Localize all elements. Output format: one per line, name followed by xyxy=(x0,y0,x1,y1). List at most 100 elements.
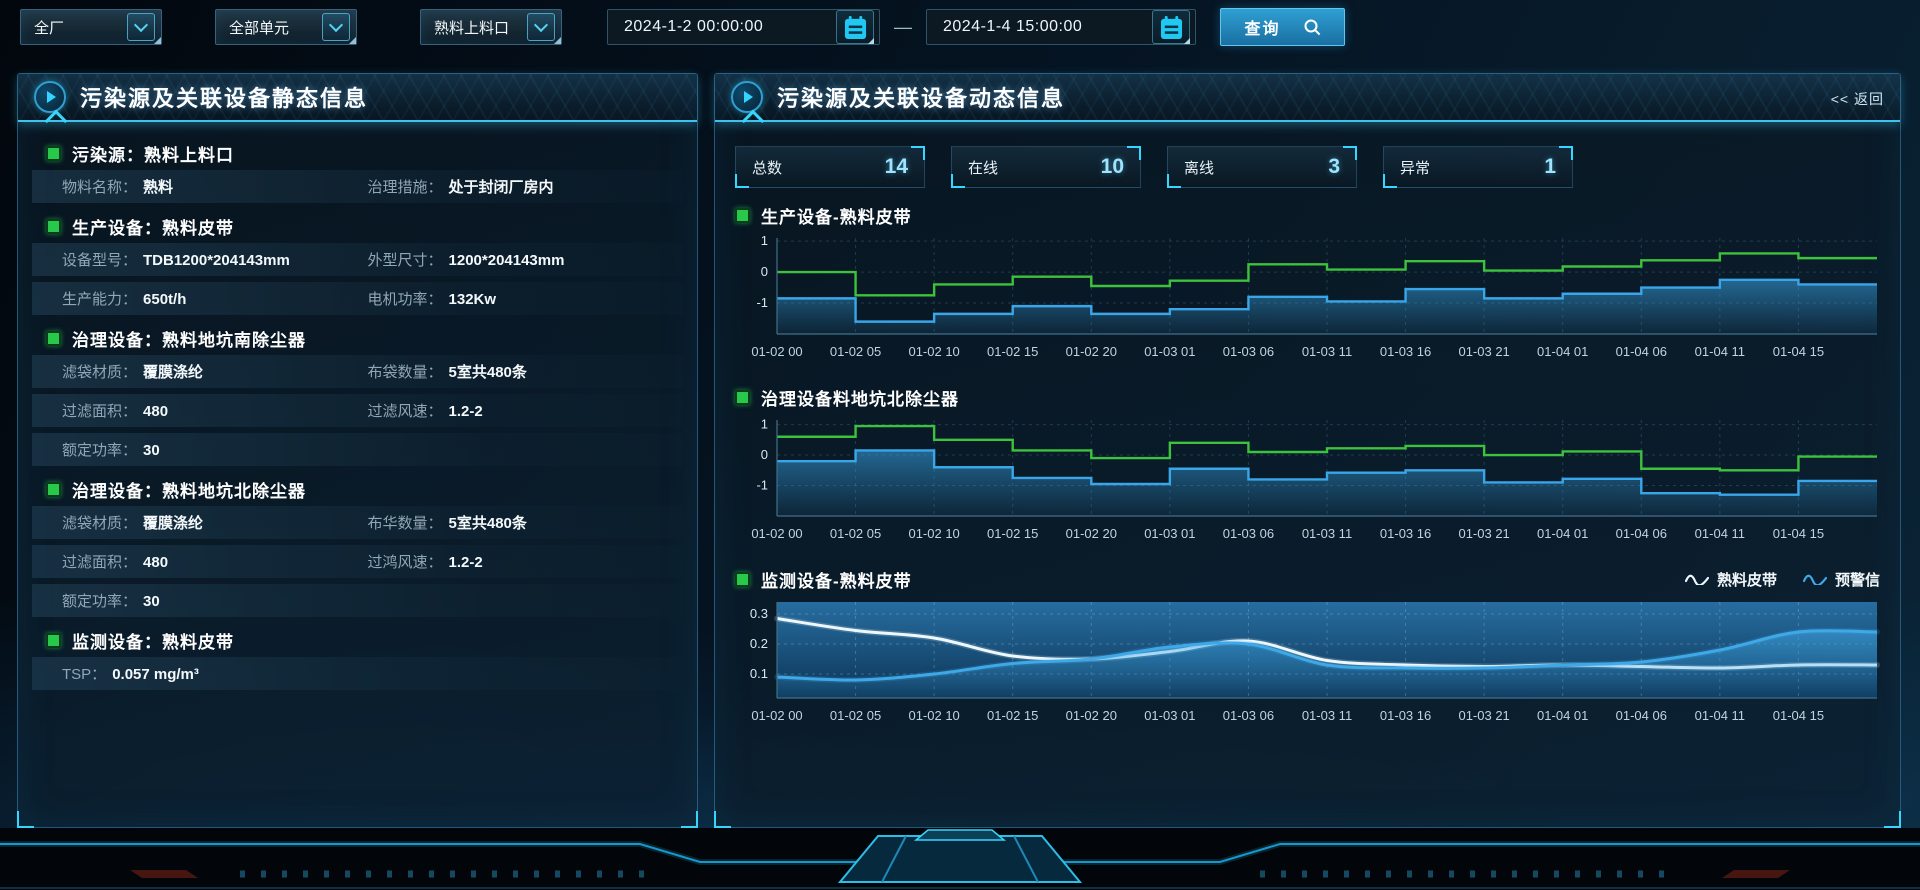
svg-text:01-03 01: 01-03 01 xyxy=(1144,708,1195,723)
date-to-input[interactable]: 2024-1-4 15:00:00 xyxy=(926,9,1196,45)
info-value: 覆膜涤纶 xyxy=(143,512,203,533)
svg-text:01-03 06: 01-03 06 xyxy=(1223,708,1274,723)
stat-label: 异常 xyxy=(1400,157,1430,178)
filter-select-1[interactable]: 全部单元 xyxy=(215,9,357,45)
stat-box: 在线10 xyxy=(951,146,1141,188)
svg-text:01-03 11: 01-03 11 xyxy=(1302,708,1352,723)
info-cell: TSP：0.057 mg/m³ xyxy=(62,663,673,684)
chart-title: 治理设备料地坑北除尘器 xyxy=(761,385,959,410)
select-group: 全厂 全部单元 熟料上料口 xyxy=(0,9,562,45)
svg-text:01-02 10: 01-02 10 xyxy=(908,708,959,723)
chevron-down-icon xyxy=(134,18,148,32)
info-cell: 电机功率：132Kw xyxy=(368,288,674,309)
info-row: 设备型号： TDB1200*204143mm 外型尺寸：1200*204143mm xyxy=(32,243,683,276)
legend-wave-icon xyxy=(1685,573,1709,585)
bottom-decor-frame xyxy=(0,828,1920,890)
chevron-down-icon xyxy=(534,18,548,32)
date-from-calendar-button[interactable] xyxy=(836,10,874,44)
svg-text:01-03 16: 01-03 16 xyxy=(1380,708,1431,723)
svg-text:01-04 01: 01-04 01 xyxy=(1537,708,1588,723)
info-label: 设备型号： xyxy=(62,249,137,270)
svg-text:-1: -1 xyxy=(756,295,768,310)
info-value: TDB1200*204143mm xyxy=(143,252,290,269)
stat-value: 3 xyxy=(1328,155,1340,179)
svg-text:01-04 15: 01-04 15 xyxy=(1773,708,1824,723)
info-cell: 布华数量：5室共480条 xyxy=(368,512,674,533)
stat-value: 10 xyxy=(1101,155,1124,179)
info-value: 1.2-2 xyxy=(449,554,483,571)
section-title-text: 生产设备：熟料皮带 xyxy=(72,214,234,239)
svg-text:01-04 15: 01-04 15 xyxy=(1773,344,1824,359)
chevron-down-icon xyxy=(329,18,343,32)
info-value: 480 xyxy=(143,554,168,571)
info-value: 480 xyxy=(143,403,168,420)
info-label: 额定功率： xyxy=(62,590,137,611)
green-square-bullet xyxy=(46,146,61,161)
info-value: 覆膜涤纶 xyxy=(143,361,203,382)
stat-box: 离线 3 xyxy=(1167,146,1357,188)
info-cell: 过滤面积：480 xyxy=(62,400,368,421)
info-cell: 额定功率：30 xyxy=(62,439,673,460)
filter-select-0[interactable]: 全厂 xyxy=(20,9,162,45)
svg-text:01-02 10: 01-02 10 xyxy=(908,526,959,541)
chevron-down-box xyxy=(322,13,350,41)
chart-header: 监测设备-熟料皮带熟料皮带预警信 xyxy=(735,564,1880,594)
svg-text:01-04 15: 01-04 15 xyxy=(1773,526,1824,541)
info-label: 过滤风速： xyxy=(368,400,443,421)
svg-text:01-02 00: 01-02 00 xyxy=(751,708,802,723)
info-value: 0.057 mg/m³ xyxy=(112,666,199,683)
calendar-icon xyxy=(844,15,867,40)
section-title-text: 监测设备：熟料皮带 xyxy=(72,628,234,653)
chart-section-0: 生产设备-熟料皮带10-101-02 0001-02 0501-02 1001-… xyxy=(735,200,1880,370)
dynamic-info-content: 总数14在线10离线3异常1 生产设备-熟料皮带10-101-02 0001-0… xyxy=(715,146,1900,734)
legend-label: 预警信 xyxy=(1835,569,1880,590)
info-label: 额定功率： xyxy=(62,439,137,460)
date-from-input[interactable]: 2024-1-2 00:00:00 xyxy=(607,9,880,45)
back-link[interactable]: << 返回 xyxy=(1831,89,1884,109)
info-cell: 布袋数量： 5室共480条 xyxy=(368,361,674,382)
stat-label: 总数 xyxy=(752,157,782,178)
info-value: 5室共480条 xyxy=(449,361,527,382)
info-value: 132Kw xyxy=(449,291,497,308)
stat-value: 14 xyxy=(885,155,908,179)
static-info-list: 污染源：熟料上料口物料名称：熟料治理措施：处于封闭厂房内生产设备：熟料皮带设备型… xyxy=(18,122,697,690)
svg-text:01-04 11: 01-04 11 xyxy=(1695,526,1745,541)
section-title-text: 治理设备：熟料地坑南除尘器 xyxy=(72,326,306,351)
query-button[interactable]: 查询 xyxy=(1220,8,1345,46)
svg-text:0.2: 0.2 xyxy=(750,636,768,651)
info-cell: 外型尺寸：1200*204143mm xyxy=(368,249,674,270)
info-cell: 额定功率：30 xyxy=(62,590,673,611)
header-chevron-decoration xyxy=(742,110,765,133)
svg-text:1: 1 xyxy=(761,417,768,432)
legend-item[interactable]: 熟料皮带 xyxy=(1685,569,1777,590)
filter-select-2[interactable]: 熟料上料口 xyxy=(420,9,562,45)
static-info-panel: 污染源及关联设备静态信息 污染源：熟料上料口物料名称：熟料治理措施：处于封闭厂房… xyxy=(17,73,698,828)
svg-text:01-02 05: 01-02 05 xyxy=(830,344,881,359)
info-row: 滤袋材质： 覆膜涤纶 布袋数量： 5室共480条 xyxy=(32,355,683,388)
svg-text:01-02 05: 01-02 05 xyxy=(830,526,881,541)
section-title-text: 治理设备：熟料地坑北除尘器 xyxy=(72,477,306,502)
section-title-text: 污染源：熟料上料口 xyxy=(72,141,234,166)
svg-text:01-02 20: 01-02 20 xyxy=(1066,344,1117,359)
chart-title: 生产设备-熟料皮带 xyxy=(761,203,912,228)
green-square-bullet xyxy=(46,219,61,234)
stat-label: 离线 xyxy=(1184,157,1214,178)
info-label: 布袋数量： xyxy=(368,361,443,382)
legend-item[interactable]: 预警信 xyxy=(1803,569,1880,590)
date-to-value: 2024-1-4 15:00:00 xyxy=(943,18,1152,36)
info-cell: 过滤面积：480 xyxy=(62,551,368,572)
svg-text:01-03 06: 01-03 06 xyxy=(1223,344,1274,359)
svg-text:01-02 15: 01-02 15 xyxy=(987,526,1038,541)
info-cell: 滤袋材质： 覆膜涤纶 xyxy=(62,361,368,382)
stat-box: 异常1 xyxy=(1383,146,1573,188)
svg-text:01-02 20: 01-02 20 xyxy=(1066,708,1117,723)
section-title: 治理设备：熟料地坑北除尘器 xyxy=(32,472,683,506)
info-label: 滤袋材质： xyxy=(62,361,137,382)
section-title: 生产设备：熟料皮带 xyxy=(32,209,683,243)
info-value: 1200*204143mm xyxy=(449,252,565,269)
section-title: 监测设备：熟料皮带 xyxy=(32,623,683,657)
section-title: 污染源：熟料上料口 xyxy=(32,136,683,170)
svg-text:1: 1 xyxy=(761,233,768,248)
date-to-calendar-button[interactable] xyxy=(1152,10,1190,44)
svg-text:01-02 00: 01-02 00 xyxy=(751,526,802,541)
